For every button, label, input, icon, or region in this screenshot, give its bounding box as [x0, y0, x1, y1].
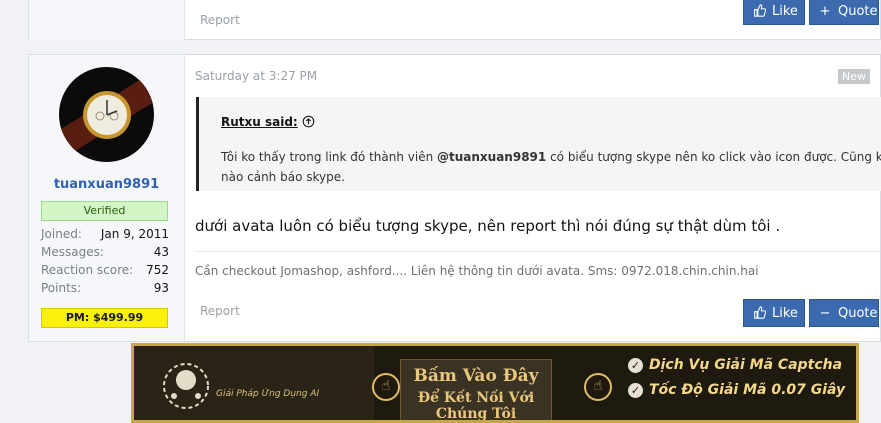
username[interactable]: tuanxuan9891: [29, 177, 184, 192]
arrow-up-circle-icon[interactable]: [302, 115, 315, 129]
stat-messages: Messages: 43: [41, 243, 169, 261]
quote-author[interactable]: Rutxu said:: [221, 115, 298, 129]
banner-feature: ✓ Dịch Vụ Giải Mã Captcha: [628, 357, 842, 373]
stat-value: Jan 9, 2011: [100, 227, 169, 241]
ai-head-logo-icon: [163, 363, 209, 409]
like-label: Like: [772, 306, 798, 321]
banner-feature-text: Tốc Độ Giải Mã 0.07 Giây: [649, 382, 846, 398]
banner-logo-area: Giải Pháp Ứng Dụng AI: [134, 346, 374, 420]
stat-points: Points: 93: [41, 279, 169, 297]
post-message: dưới avata luôn có biểu tượng skype, nên…: [195, 217, 781, 235]
forum-post: tuanxuan9891 Verified Joined: Jan 9, 201…: [28, 54, 881, 342]
check-circle-icon: ✓: [628, 358, 643, 373]
minus-icon: −: [819, 306, 831, 321]
quote-button[interactable]: − Quote: [809, 299, 879, 327]
thumbs-up-icon: [752, 0, 766, 26]
stat-value: 752: [146, 263, 169, 277]
post-user-column: tuanxuan9891 Verified Joined: Jan 9, 201…: [29, 55, 185, 341]
quote-block: Rutxu said: Tôi ko thấy trong link đó th…: [196, 97, 881, 191]
user-stats: Joined: Jan 9, 2011 Messages: 43 Reactio…: [41, 225, 169, 297]
post-signature: Cần checkout Jomashop, ashford.... Liên …: [195, 251, 880, 278]
quote-header[interactable]: Rutxu said:: [221, 115, 315, 129]
previous-report-link[interactable]: Report: [200, 13, 240, 27]
user-title-badge: Verified: [41, 201, 168, 221]
plus-icon: +: [819, 4, 831, 19]
report-link[interactable]: Report: [200, 304, 240, 318]
previous-post-user-column: [29, 0, 185, 41]
thumbs-up-icon: [752, 300, 766, 328]
check-circle-icon: ✓: [628, 383, 643, 398]
stat-label: Reaction score:: [41, 263, 134, 277]
stat-joined: Joined: Jan 9, 2011: [41, 225, 169, 243]
quote-text-line2: nào cảnh báo skype.: [221, 170, 345, 184]
user-mention[interactable]: @tuanxuan9891: [437, 150, 546, 164]
new-badge: New: [838, 69, 870, 84]
previous-quote-label: Quote: [838, 4, 878, 19]
like-button[interactable]: Like: [743, 299, 805, 327]
previous-quote-button[interactable]: + Quote: [809, 0, 879, 25]
quote-label: Quote: [838, 306, 878, 321]
stat-label: Joined:: [41, 227, 82, 241]
pm-badge: PM: $499.99: [41, 308, 168, 328]
stat-label: Messages:: [41, 245, 104, 259]
banner-feature: ✓ Tốc Độ Giải Mã 0.07 Giây: [628, 382, 845, 398]
quote-text: Tôi ko thấy trong link đó thành viên @tu…: [221, 147, 881, 187]
stat-label: Points:: [41, 281, 82, 295]
quote-text-part: có biểu tượng skype nên ko click vào ico…: [550, 150, 881, 164]
pointing-hand-icon: ☝: [584, 373, 612, 401]
stat-value[interactable]: 43: [154, 243, 169, 261]
previous-post: Report Like + Quote: [28, 0, 881, 41]
banner-cta-line1: Bấm Vào Đây: [413, 366, 539, 386]
stat-reaction-score: Reaction score: 752: [41, 261, 169, 279]
post-timestamp[interactable]: Saturday at 3:27 PM: [195, 69, 317, 83]
user-avatar[interactable]: [59, 67, 154, 162]
banner-cta-line2: Để Kết Nối Với Chúng Tôi: [417, 390, 535, 422]
banner-brand-line: Giải Pháp Ứng Dụng AI: [216, 389, 320, 399]
ad-banner[interactable]: Giải Pháp Ứng Dụng AI ☝ Bấm Vào Đây Để K…: [131, 343, 859, 423]
banner-feature-text: Dịch Vụ Giải Mã Captcha: [649, 357, 843, 373]
previous-like-button[interactable]: Like: [743, 0, 805, 25]
banner-cta[interactable]: Bấm Vào Đây Để Kết Nối Với Chúng Tôi: [400, 359, 552, 422]
pointing-hand-icon: ☝: [372, 373, 400, 401]
quote-text-part: Tôi ko thấy trong link đó thành viên: [221, 150, 437, 164]
previous-like-label: Like: [772, 4, 798, 19]
stat-value[interactable]: 93: [154, 279, 169, 297]
